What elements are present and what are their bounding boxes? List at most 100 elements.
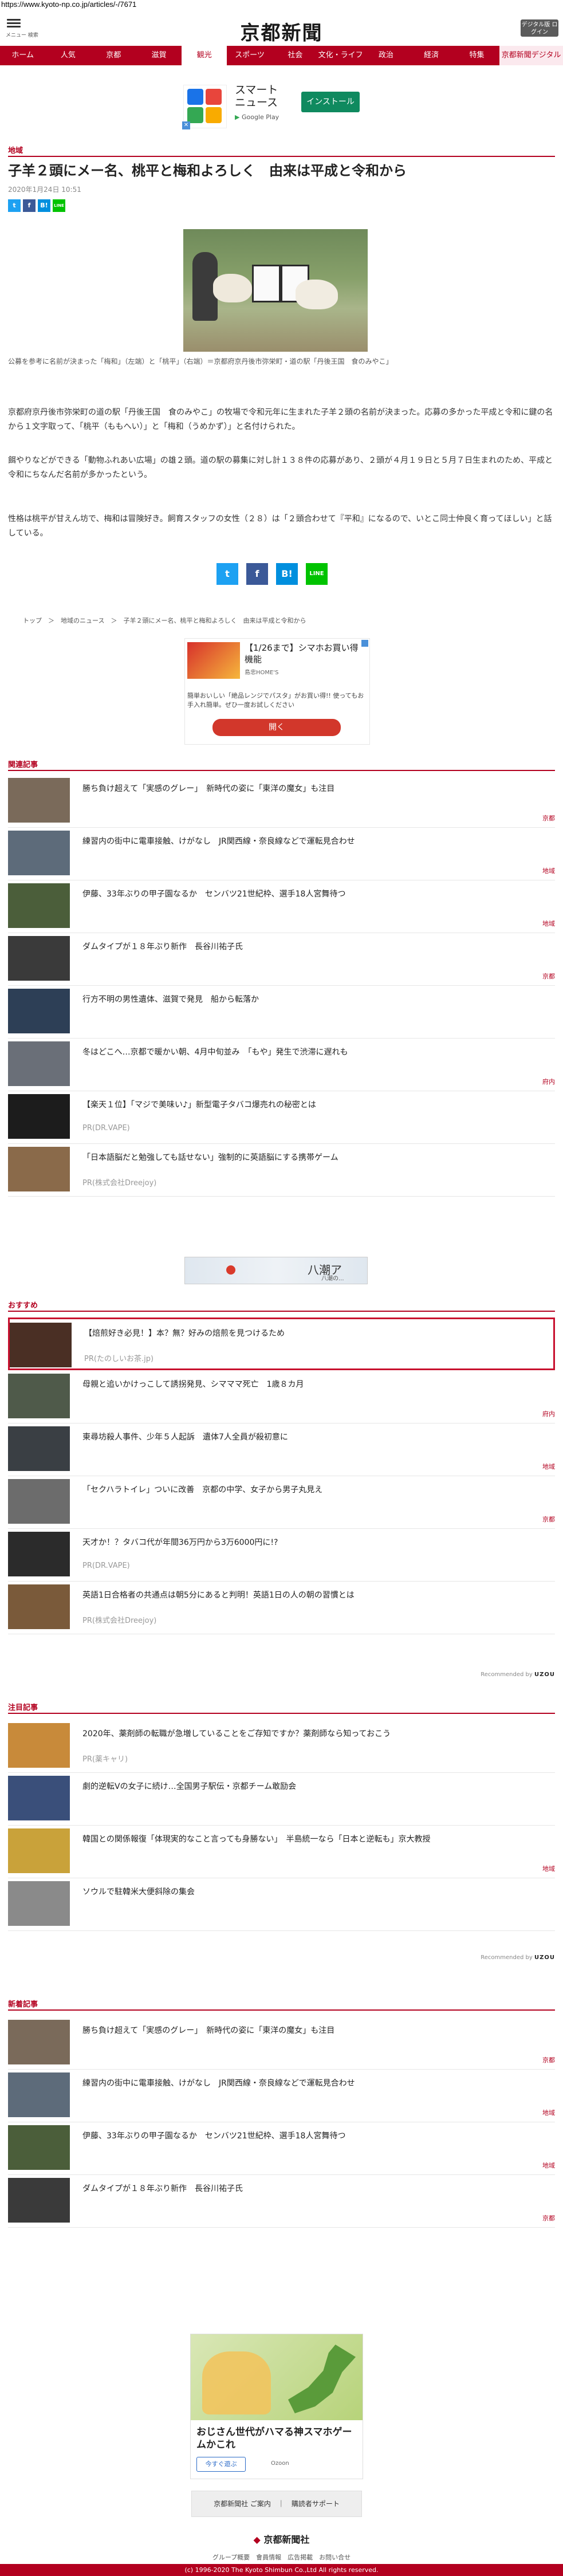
install-button[interactable]: インストール	[301, 92, 360, 112]
google-play-label: Google Play	[235, 113, 279, 121]
recommended-by: Recommended by UZOU	[481, 1672, 555, 1678]
list-item-title: 2020年、薬剤師の転職が急増していることをご存知ですか？薬剤師なら知っておこう	[82, 1729, 391, 1739]
main-nav: ホーム 人気 京都 滋賀 観光 スポーツ 社会 文化・ライフ 政治 経済 特集 京都新聞デジタル	[0, 46, 563, 65]
nav-item[interactable]: スポーツ	[227, 46, 272, 65]
list-item[interactable]: 練習内の街中に電車接触、けがなし JR関西線・奈良線などで運転見合わせ 地域	[8, 827, 555, 880]
list-item[interactable]: 【楽天１位】「マジで美味い♪」新型電子タバコ爆売れの秘密とは PR(DR.VAPE…	[8, 1091, 555, 1144]
recommended-by: Recommended by UZOU	[481, 1954, 555, 1961]
list-item-category: 京都	[542, 2056, 555, 2064]
nav-item[interactable]: 政治	[363, 46, 408, 65]
list-item-title: 勝ち負け超えて「実感のグレー」 新時代の姿に「東洋の魔女」も注目	[82, 784, 335, 793]
line-share-icon[interactable]: LINE	[53, 199, 65, 212]
list-item[interactable]: 天才か！？タバコ代が年間36万円から3万6000円に!? PR(DR.VAPE)	[8, 1528, 555, 1582]
section-label[interactable]: 地域	[8, 144, 23, 155]
nav-item[interactable]: 京都新聞デジタル	[499, 46, 563, 65]
section-divider	[8, 1713, 555, 1714]
list-item[interactable]: 伊藤、33年ぶりの甲子園なるか センバツ21世紀枠、選手18人宮舞待つ 地域	[8, 880, 555, 933]
latest-label: 新着記事	[8, 2000, 38, 2009]
list-item-category: 地域	[542, 1865, 555, 1873]
list-item-thumbnail	[8, 1584, 70, 1629]
attention-label: 注目記事	[8, 1704, 38, 1712]
list-item[interactable]: 東尋坊殺人事件、少年５人起訴 遺体7人全員が殺初意に 地域	[8, 1423, 555, 1476]
list-item[interactable]: 英語1日合格者の共通点は朝5分にあると判明！英語1日の人の朝の習慣とは PR(株式…	[8, 1581, 555, 1634]
list-item-title: ダムタイプが１８年ぶり新作 長谷川祐子氏	[82, 942, 243, 951]
list-item-title: 劇的逆転Vの女子に続け…全国男子駅伝・京都チーム敢励会	[82, 1782, 297, 1791]
nav-item[interactable]: ホーム	[0, 46, 45, 65]
list-item-category: 府内	[542, 1410, 555, 1418]
list-item[interactable]: 劇的逆転Vの女子に続け…全国男子駅伝・京都チーム敢励会	[8, 1772, 555, 1826]
game-ad-button[interactable]: 今すぐ遊ぶ	[196, 2457, 246, 2472]
nav-item[interactable]: 社会	[273, 46, 318, 65]
article-headline: 子羊２頭にメー名、桃平と梅和よろしく 由来は平成と令和から	[8, 163, 407, 179]
map-ad[interactable]: 八潮ア 八潮の...	[184, 1257, 368, 1284]
twitter-share-icon[interactable]: t	[8, 199, 21, 212]
list-item-thumbnail	[8, 1094, 70, 1139]
list-item[interactable]: 練習内の街中に電車接触、けがなし JR関西線・奈良線などで運転見合わせ 地域	[8, 2069, 555, 2122]
list-item[interactable]: 勝ち負け超えて「実感のグレー」 新時代の姿に「東洋の魔女」も注目 京都	[8, 2016, 555, 2070]
digital-login-button[interactable]: デジタル版 ログイン	[521, 19, 558, 37]
list-item-thumbnail	[8, 778, 70, 823]
shimaho-ad[interactable]: 【1/26まで】シマホお買い得機能 島忠HOME'S 簡単おいしい「絶品レンジで…	[184, 638, 370, 745]
hatena-share-icon[interactable]: B!	[276, 563, 298, 585]
nav-item[interactable]: 文化・ライフ	[318, 46, 363, 65]
list-item[interactable]: 「セクハラトイレ」ついに改善 京都の中学、女子から男子丸見え 京都	[8, 1476, 555, 1529]
breadcrumb[interactable]: トップ ＞ 地域のニュース ＞ 子羊２頭にメー名、桃平と梅和よろしく 由来は平成…	[23, 616, 306, 625]
list-item[interactable]: 冬はどこへ…京都で暖かい朝、4月中旬並み 「もや」発生で渋滞に遅れも府内	[8, 1038, 555, 1091]
twitter-share-icon[interactable]: t	[216, 563, 238, 585]
ad-open-button[interactable]: 開く	[212, 719, 341, 736]
list-item[interactable]: 【焙煎好き必見！】本？無？好みの焙煎を見つけるため PR(たのしいお茶.jp)	[8, 1318, 555, 1370]
company-support-buttons[interactable]: 京都新聞社 ご案内 ｜ 購読者サポート	[191, 2491, 362, 2517]
footer-logo[interactable]: 京都新聞社	[0, 2532, 563, 2546]
list-item[interactable]: 母親と追いかけっこして誘拐発見、シマママ死亡 1歳８カ月 府内	[8, 1370, 555, 1423]
list-item-title: 「セクハラトイレ」ついに改善 京都の中学、女子から男子丸見え	[82, 1485, 323, 1495]
list-item[interactable]: 韓国との関係報復「体現実的なこと言っても身勝ない」 半島統一なら「日本と逆転も」…	[8, 1825, 555, 1878]
list-item-sponsor: PR(薬キャリ)	[82, 1755, 128, 1764]
nav-item[interactable]: 人気	[45, 46, 90, 65]
ad-close-icon[interactable]: ✕	[182, 121, 190, 129]
game-ad[interactable]: おじさん世代がハマる神スマホゲームかこれ 今すぐ遊ぶ Ozoon	[190, 2334, 363, 2479]
nav-item[interactable]: 経済	[409, 46, 454, 65]
list-item-category: 京都	[542, 2215, 555, 2222]
site-header: メニュー 検索 京都新聞 デジタル版 ログイン	[0, 10, 563, 46]
list-item-sponsor: PR(株式会社Dreejoy)	[82, 1179, 157, 1187]
facebook-share-icon[interactable]: f	[23, 199, 36, 212]
list-item-thumbnail	[8, 2072, 70, 2117]
list-item-category: 京都	[542, 973, 555, 980]
list-item-category: 府内	[542, 1078, 555, 1086]
adchoices-icon[interactable]	[361, 640, 368, 647]
list-item-thumbnail	[8, 1532, 70, 1576]
list-item-thumbnail	[8, 1881, 70, 1926]
nav-item[interactable]: 特集	[454, 46, 499, 65]
nav-item[interactable]: 滋賀	[136, 46, 182, 65]
list-item-sponsor: PR(DR.VAPE)	[82, 1562, 130, 1570]
list-item[interactable]: ソウルで駐韓米大便斜除の集会	[8, 1878, 555, 1931]
copyright: (c) 1996-2020 The Kyoto Shimbun Co.,Ltd …	[0, 2564, 563, 2576]
list-item[interactable]: 伊藤、33年ぶりの甲子園なるか センバツ21世紀枠、選手18人宮舞待つ 地域	[8, 2122, 555, 2175]
list-item[interactable]: 2020年、薬剤師の転職が急増していることをご存知ですか？薬剤師なら知っておこう…	[8, 1720, 555, 1773]
site-logo[interactable]: 京都新聞	[0, 17, 563, 45]
line-share-icon[interactable]: LINE	[306, 563, 328, 585]
list-item[interactable]: 「日本語脳だと勉強しても話せない」強制的に英語脳にする携帯ゲーム PR(株式会社D…	[8, 1143, 555, 1197]
list-item-thumbnail	[8, 989, 70, 1033]
list-item[interactable]: 行方不明の男性遺体、滋賀で発見 船から転落か	[8, 985, 555, 1039]
list-item-title: 冬はどこへ…京都で暖かい朝、4月中旬並み 「もや」発生で渋滞に遅れも	[82, 1048, 348, 1057]
article-date: 2020年1月24日 10:51	[8, 186, 81, 194]
list-item[interactable]: 勝ち負け超えて「実感のグレー」 新時代の姿に「東洋の魔女」も注目 京都	[8, 774, 555, 828]
list-item-thumbnail	[10, 1323, 72, 1367]
hatena-share-icon[interactable]: B!	[38, 199, 50, 212]
share-buttons-bottom: t f B! LINE	[216, 563, 328, 585]
article-photo[interactable]	[183, 229, 368, 352]
app-banner-ad[interactable]: スマートニュース Google Play インストール ✕	[182, 81, 367, 131]
section-divider	[8, 770, 555, 771]
list-item-thumbnail	[8, 883, 70, 928]
list-item-title: 天才か！？タバコ代が年間36万円から3万6000円に!?	[82, 1538, 278, 1547]
nav-item[interactable]: 観光	[182, 46, 227, 65]
article-paragraph: 餌やりなどができる「動物ふれあい広場」の雄２頭。道の駅の募集に対し計１３８件の応…	[8, 456, 553, 479]
footer-links[interactable]: グループ概要 會員情報 広告掲載 お問い合せ	[0, 2553, 563, 2562]
list-item-category: 地域	[542, 920, 555, 927]
facebook-share-icon[interactable]: f	[246, 563, 268, 585]
share-buttons-top: t f B! LINE	[8, 199, 65, 212]
list-item[interactable]: ダムタイプが１８年ぶり新作 長谷川祐子氏 京都	[8, 2174, 555, 2228]
list-item[interactable]: ダムタイプが１８年ぶり新作 長谷川祐子氏京都	[8, 933, 555, 986]
nav-item[interactable]: 京都	[91, 46, 136, 65]
